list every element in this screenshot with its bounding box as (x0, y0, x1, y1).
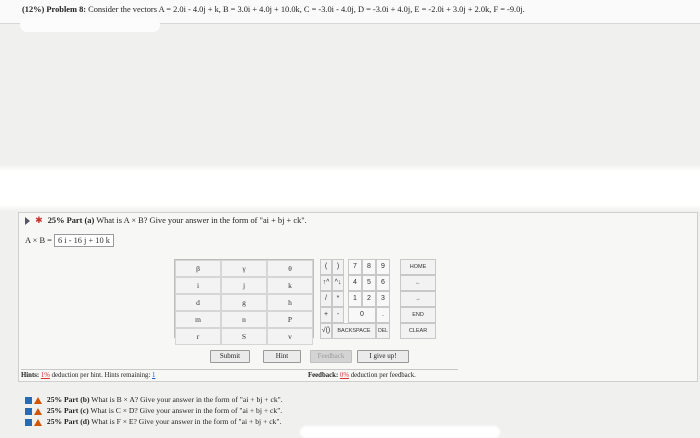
part-status-icon (25, 418, 32, 426)
calc-power-up[interactable]: ↑^ (320, 275, 332, 291)
part-c-label: Part (c) (64, 406, 89, 415)
part-b-label: Part (b) (64, 395, 90, 404)
calc-0[interactable]: 0 (348, 307, 376, 323)
hints-label: Hints: (21, 372, 40, 379)
answer-label: A × B = (25, 236, 52, 245)
part-a-question: What is A × B? Give your answer in the f… (96, 216, 307, 225)
clear-button[interactable]: CLEAR (400, 323, 436, 339)
calculator-pad: ( ) 7 8 9 ↑^ ^↓ 4 5 6 / * 1 2 3 + - 0 . … (320, 259, 400, 339)
part-c-weight: 25% (46, 406, 63, 415)
key-S[interactable]: S (221, 328, 267, 345)
key-theta[interactable]: θ (267, 260, 313, 277)
expand-triangle-icon[interactable] (25, 217, 30, 226)
calc-multiply[interactable]: * (332, 291, 344, 307)
warning-icon (34, 396, 42, 404)
hints-info: Hints: 1% deduction per hint. Hints rema… (21, 369, 311, 381)
calc-backspace[interactable]: BACKSPACE (332, 323, 376, 339)
calc-close-paren[interactable]: ) (332, 259, 344, 275)
warning-icon (34, 418, 42, 426)
key-d[interactable]: d (175, 294, 221, 311)
give-up-button[interactable]: I give up! (357, 350, 409, 363)
part-d-question: What is F × E? Give your answer in the f… (91, 417, 282, 426)
calc-minus[interactable]: - (332, 307, 344, 323)
feedback-info: Feedback: 0% deduction per feedback. (308, 369, 458, 381)
warning-icon (34, 407, 42, 415)
calc-divide[interactable]: / (320, 291, 332, 307)
calc-5[interactable]: 5 (362, 275, 376, 291)
calc-decimal[interactable]: . (376, 307, 390, 323)
part-b-weight: 25% (46, 395, 63, 404)
part-status-icon (25, 396, 32, 404)
part-a-header: ✱ 25% Part (a) What is A × B? Give your … (25, 215, 307, 226)
redaction-top (20, 18, 160, 32)
answer-row: A × B = 6 i - 16 j + 10 k (25, 234, 114, 247)
part-a-label: Part (a) (66, 216, 95, 225)
calc-4[interactable]: 4 (348, 275, 362, 291)
part-a-weight: 25% (47, 216, 65, 225)
hints-text: deduction per hint. Hints remaining: (51, 372, 151, 379)
part-d-weight: 25% (46, 417, 63, 426)
action-buttons: Submit Hint Feedback I give up! (200, 350, 620, 364)
answer-input[interactable]: 6 i - 16 j + 10 k (54, 234, 114, 247)
part-c-question: What is C × D? Give your answer in the f… (90, 406, 283, 415)
key-i[interactable]: i (175, 277, 221, 294)
key-j[interactable]: j (221, 277, 267, 294)
end-button[interactable]: END (400, 307, 436, 323)
key-gamma[interactable]: γ (221, 260, 267, 277)
arrow-right-icon[interactable]: → (400, 291, 436, 307)
part-d-label: Part (d) (64, 417, 90, 426)
part-b-question: What is B × A? Give your answer in the f… (91, 395, 283, 404)
part-d-row[interactable]: 25% Part (d) What is F × E? Give your an… (25, 416, 283, 427)
feedback-button[interactable]: Feedback (310, 350, 352, 363)
key-r[interactable]: r (175, 328, 221, 345)
calc-6[interactable]: 6 (376, 275, 390, 291)
problem-text: Consider the vectors A = 2.0i - 4.0j + k… (88, 5, 525, 14)
calc-del[interactable]: DEL (376, 323, 390, 339)
part-b-row[interactable]: 25% Part (b) What is B × A? Give your an… (25, 394, 283, 405)
submit-button[interactable]: Submit (210, 350, 250, 363)
key-n[interactable]: n (221, 311, 267, 328)
hints-remaining: 1 (152, 372, 156, 379)
calc-8[interactable]: 8 (362, 259, 376, 275)
calc-1[interactable]: 1 (348, 291, 362, 307)
feedback-pct[interactable]: 0% (340, 372, 349, 379)
redaction-bottom (300, 426, 500, 438)
hints-pct[interactable]: 1% (41, 372, 50, 379)
home-button[interactable]: HOME (400, 259, 436, 275)
key-P[interactable]: P (267, 311, 313, 328)
calc-open-paren[interactable]: ( (320, 259, 332, 275)
key-k[interactable]: k (267, 277, 313, 294)
key-v[interactable]: v (267, 328, 313, 345)
feedback-text: deduction per feedback. (350, 372, 416, 379)
remaining-parts-list: 25% Part (b) What is B × A? Give your an… (25, 394, 283, 427)
navigation-column: HOME ← → END CLEAR (400, 259, 436, 339)
part-status-icon (25, 407, 32, 415)
calc-power-down[interactable]: ^↓ (332, 275, 344, 291)
calc-9[interactable]: 9 (376, 259, 390, 275)
calc-plus[interactable]: + (320, 307, 332, 323)
calc-sqrt[interactable]: √() (320, 323, 332, 339)
feedback-label: Feedback: (308, 372, 339, 379)
problem-number: Problem 8: (46, 5, 87, 14)
calc-7[interactable]: 7 (348, 259, 362, 275)
key-beta[interactable]: β (175, 260, 221, 277)
arrow-left-icon[interactable]: ← (400, 275, 436, 291)
key-g[interactable]: g (221, 294, 267, 311)
problem-weight: (12%) (22, 5, 45, 14)
calc-3[interactable]: 3 (376, 291, 390, 307)
key-h[interactable]: h (267, 294, 313, 311)
key-m[interactable]: m (175, 311, 221, 328)
redaction-band (0, 168, 700, 208)
part-c-row[interactable]: 25% Part (c) What is C × D? Give your an… (25, 405, 283, 416)
hint-button[interactable]: Hint (263, 350, 301, 363)
symbol-keypad: β γ θ i j k d g h m n P r S v (174, 259, 314, 345)
warning-star-icon: ✱ (35, 215, 43, 225)
calc-2[interactable]: 2 (362, 291, 376, 307)
